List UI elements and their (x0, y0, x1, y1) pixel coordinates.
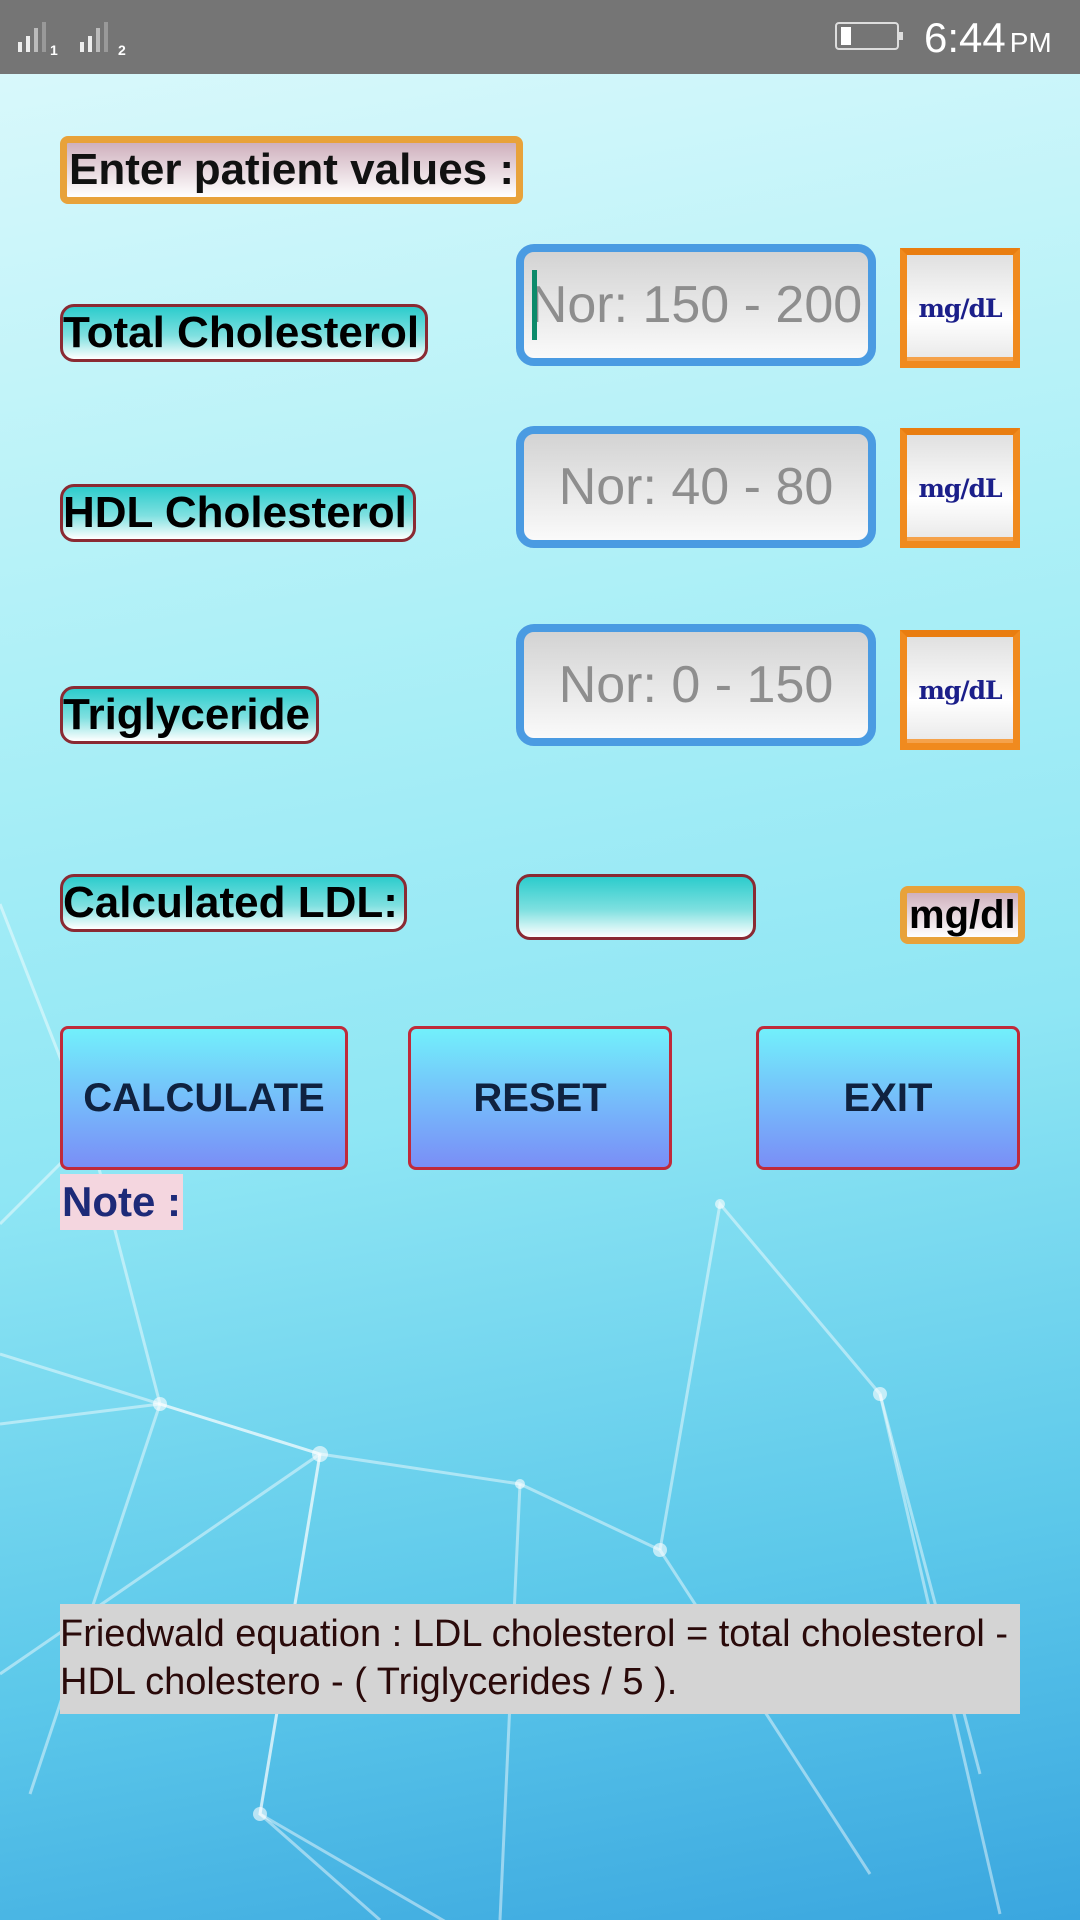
hdl-cholesterol-input[interactable]: Nor: 40 - 80 (516, 426, 876, 548)
form-title: Enter patient values : (60, 136, 524, 204)
status-bar: 1 2 6:44 PM (0, 0, 1080, 74)
unit-label: mg/dL (918, 293, 1002, 323)
ldl-unit-label: mg/dl (900, 886, 1025, 944)
hdl-cholesterol-unit-button[interactable]: mg/dL (900, 428, 1020, 548)
clock-time: 6:44 (924, 14, 1006, 61)
hdl-cholesterol-placeholder: Nor: 40 - 80 (558, 458, 834, 516)
unit-label: mg/dL (918, 675, 1002, 705)
signal-sim2-icon: 2 (80, 18, 130, 58)
total-cholesterol-input[interactable]: Nor: 150 - 200 (516, 244, 876, 366)
triglyceride-placeholder: Nor: 0 - 150 (558, 656, 834, 714)
total-cholesterol-unit-button[interactable]: mg/dL (900, 248, 1020, 368)
unit-label: mg/dL (918, 473, 1002, 503)
total-cholesterol-label: Total Cholesterol (60, 304, 429, 362)
hdl-cholesterol-label: HDL Cholesterol (60, 484, 416, 542)
friedwald-formula-note: Friedwald equation : LDL cholesterol = t… (60, 1604, 1020, 1714)
clock: 6:44 PM (924, 14, 1052, 62)
total-cholesterol-placeholder: Nor: 150 - 200 (529, 276, 863, 334)
signal-sim1-icon: 1 (18, 18, 58, 58)
reset-button[interactable]: RESET (408, 1026, 672, 1170)
exit-button[interactable]: EXIT (756, 1026, 1020, 1170)
note-label: Note : (60, 1174, 183, 1230)
calculate-button[interactable]: CALCULATE (60, 1026, 348, 1170)
calculated-ldl-output (516, 874, 756, 940)
triglyceride-label: Triglyceride (60, 686, 320, 744)
clock-ampm: PM (1009, 27, 1052, 58)
main-screen: Enter patient values : Total Cholesterol… (0, 74, 1080, 1920)
triglyceride-unit-button[interactable]: mg/dL (900, 630, 1020, 750)
text-cursor (532, 270, 537, 340)
calculated-ldl-label: Calculated LDL: (60, 874, 407, 932)
triglyceride-input[interactable]: Nor: 0 - 150 (516, 624, 876, 746)
battery-icon (835, 22, 903, 50)
